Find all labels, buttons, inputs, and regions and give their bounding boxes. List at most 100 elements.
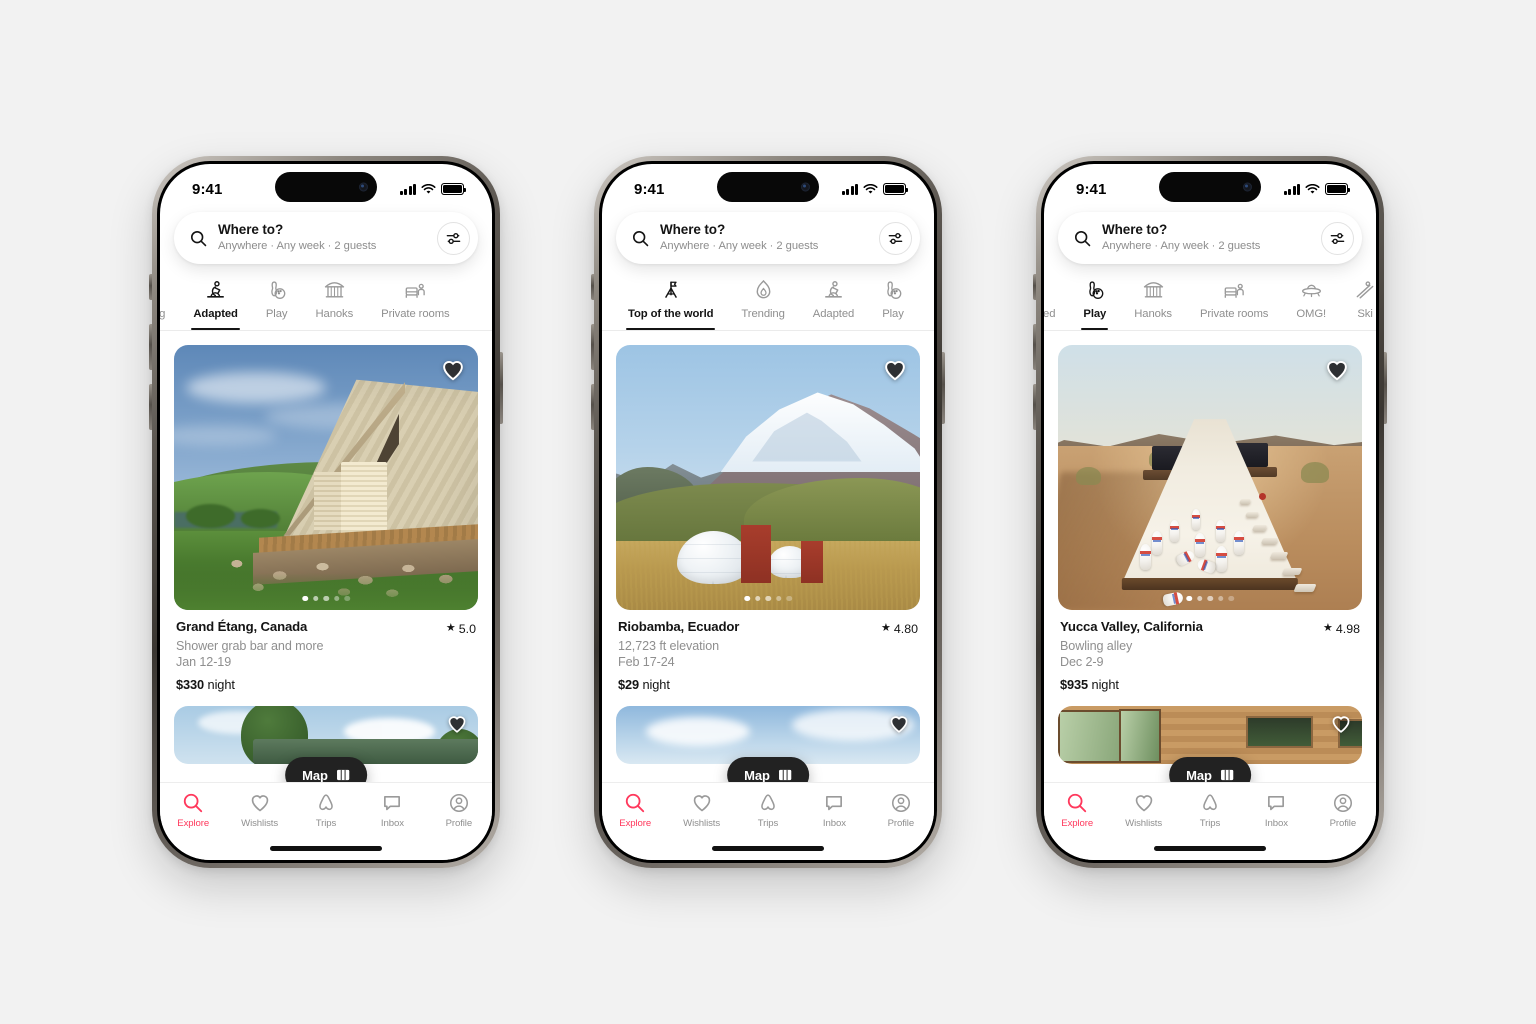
heart-outline-icon[interactable] [1330, 713, 1352, 735]
photo-carousel-dots[interactable] [1186, 595, 1234, 601]
home-indicator[interactable] [270, 846, 382, 851]
bowling-icon [266, 277, 287, 303]
filter-button[interactable] [437, 221, 470, 255]
category-tab-play[interactable]: Play [252, 277, 302, 330]
tab-inbox[interactable]: Inbox [359, 792, 425, 829]
tab-wishlists[interactable]: Wishlists [668, 792, 734, 829]
heart-filled-icon[interactable] [440, 357, 466, 383]
heart-filled-icon[interactable] [1324, 357, 1350, 383]
airbnb-belo-icon [1203, 794, 1217, 811]
heart-filled-icon[interactable] [888, 713, 910, 735]
tab-label: Trips [757, 818, 779, 829]
listing-feed-3[interactable]: Yucca Valley, California ★ 4.98 Bowling … [1044, 331, 1376, 805]
category-tab-adapted[interactable]: Adapted [799, 277, 868, 330]
battery-icon [1325, 183, 1350, 195]
battery-icon [441, 183, 466, 195]
category-tabs-2[interactable]: Top of the world Trending Adapted Play [602, 273, 934, 331]
map-button-label: Map [744, 767, 770, 783]
silent-switch[interactable] [149, 274, 152, 300]
tab-trips[interactable]: Trips [1177, 792, 1243, 829]
tab-profile[interactable]: Profile [868, 792, 934, 829]
power-button[interactable] [500, 352, 503, 424]
category-tab-hanoks[interactable]: Hanoks [1120, 277, 1186, 330]
listing-photo[interactable] [1058, 345, 1362, 610]
tab-explore[interactable]: Explore [602, 792, 668, 829]
tab-trips[interactable]: Trips [293, 792, 359, 829]
listing-card-next[interactable] [1058, 705, 1362, 764]
category-tab-adapted[interactable]: Adapted [179, 277, 252, 330]
tab-trips[interactable]: Trips [735, 792, 801, 829]
category-tab-hanoks[interactable]: Hanoks [301, 277, 367, 330]
listing-feed-2[interactable]: Riobamba, Ecuador ★ 4.80 12,723 ft eleva… [602, 331, 934, 805]
listing-photo-next[interactable] [1058, 705, 1362, 764]
listing-price: $935 night [1060, 677, 1360, 692]
tab-wishlists[interactable]: Wishlists [226, 792, 292, 829]
category-tab-private-rooms[interactable]: Private rooms [367, 277, 463, 330]
photo-carousel-dots[interactable] [744, 595, 792, 601]
listing-rating: ★ 4.98 [1323, 622, 1360, 636]
volume-down-button[interactable] [591, 384, 594, 430]
listing-card[interactable]: Yucca Valley, California ★ 4.98 Bowling … [1058, 345, 1362, 692]
rating-value: 4.80 [893, 621, 918, 636]
category-tab-trending[interactable]: Trending [160, 277, 179, 330]
tab-wishlists[interactable]: Wishlists [1110, 792, 1176, 829]
front-camera-icon [359, 182, 368, 192]
heart-filled-icon[interactable] [446, 713, 468, 735]
listing-photo-next[interactable] [616, 705, 920, 764]
category-tab-omg[interactable]: OMG! [1282, 277, 1340, 330]
filter-sliders-icon [1330, 232, 1345, 244]
bed-room-icon [1223, 277, 1246, 303]
tab-explore[interactable]: Explore [1044, 792, 1110, 829]
volume-down-button[interactable] [149, 384, 152, 430]
category-tab-play[interactable]: Play [868, 277, 918, 330]
category-tab-adapted[interactable]: Adapted [1044, 277, 1069, 330]
listing-feed-1[interactable]: Grand Étang, Canada ★ 5.0 Shower grab ba… [160, 331, 492, 805]
search-bar[interactable]: Where to? Anywhere · Any week · 2 guests [1058, 212, 1362, 264]
front-camera-icon [801, 182, 810, 192]
category-tab-ski[interactable]: Ski [1340, 277, 1376, 330]
tab-profile[interactable]: Profile [426, 792, 492, 829]
listing-photo-next[interactable] [174, 705, 478, 764]
filter-button[interactable] [879, 221, 912, 255]
message-icon [1268, 795, 1285, 811]
volume-up-button[interactable] [591, 324, 594, 370]
category-tab-play[interactable]: Play [1069, 277, 1120, 330]
listing-card-next[interactable] [174, 705, 478, 764]
tab-profile[interactable]: Profile [1310, 792, 1376, 829]
listing-card-next[interactable] [616, 705, 920, 764]
heart-filled-icon[interactable] [882, 357, 908, 383]
listing-photo[interactable] [174, 345, 478, 610]
map-button-label: Map [302, 767, 328, 783]
photo-carousel-dots[interactable] [302, 595, 350, 601]
category-tab-private-rooms[interactable]: Private rooms [1186, 277, 1282, 330]
volume-down-button[interactable] [1033, 384, 1036, 430]
search-icon [626, 793, 645, 813]
silent-switch[interactable] [591, 274, 594, 300]
search-bar[interactable]: Where to? Anywhere · Any week · 2 guests [616, 212, 920, 264]
category-tab-top-of-the-world[interactable]: Top of the world [614, 277, 727, 330]
silent-switch[interactable] [1033, 274, 1036, 300]
price-unit: night [207, 676, 235, 692]
category-tabs-3[interactable]: Adapted Play Hanoks [1044, 273, 1376, 331]
power-button[interactable] [942, 352, 945, 424]
category-tab-trending[interactable]: Trending [727, 277, 798, 330]
home-indicator[interactable] [712, 846, 824, 851]
volume-up-button[interactable] [1033, 324, 1036, 370]
category-tabs-1[interactable]: Trending Adapted Play [160, 273, 492, 331]
power-button[interactable] [1384, 352, 1387, 424]
phone-device-3: 9:41 Where to? Anywhere · Any week · 2 g… [1033, 156, 1387, 868]
listing-photo[interactable] [616, 345, 920, 610]
phone-screen-3: 9:41 Where to? Anywhere · Any week · 2 g… [1044, 164, 1376, 860]
home-indicator[interactable] [1154, 846, 1266, 851]
tab-inbox[interactable]: Inbox [1243, 792, 1309, 829]
filter-button[interactable] [1321, 221, 1354, 255]
heart-icon [251, 795, 268, 812]
tab-inbox[interactable]: Inbox [801, 792, 867, 829]
tab-explore[interactable]: Explore [160, 792, 226, 829]
star-icon: ★ [1323, 622, 1333, 634]
search-bar[interactable]: Where to? Anywhere · Any week · 2 guests [174, 212, 478, 264]
listing-card[interactable]: Grand Étang, Canada ★ 5.0 Shower grab ba… [174, 345, 478, 692]
listing-card[interactable]: Riobamba, Ecuador ★ 4.80 12,723 ft eleva… [616, 345, 920, 692]
tab-label: Trips [1199, 818, 1221, 829]
volume-up-button[interactable] [149, 324, 152, 370]
